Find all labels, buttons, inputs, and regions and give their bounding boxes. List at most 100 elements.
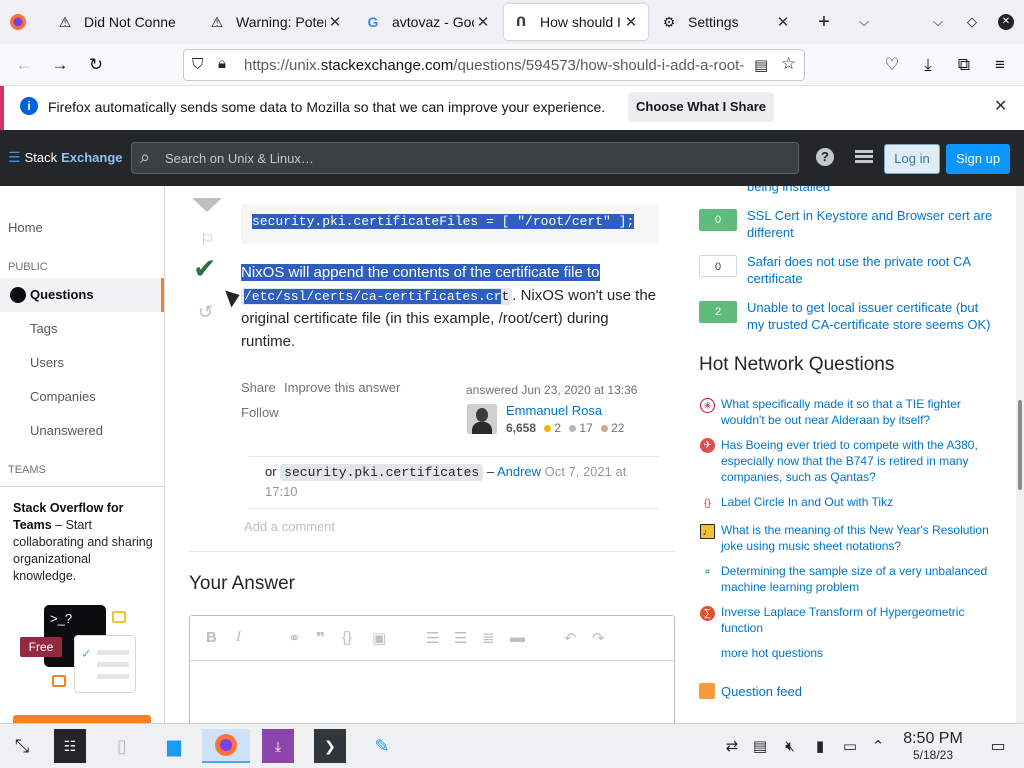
globe-icon: [10, 287, 26, 303]
new-tab-icon[interactable]: +: [810, 8, 838, 36]
horizontal-rule-icon[interactable]: ▬: [510, 629, 525, 646]
kate-icon[interactable]: ✎: [366, 729, 398, 763]
clipboard-tray-icon[interactable]: ▤: [744, 729, 776, 763]
hot-question[interactable]: What is the meaning of this New Year's R…: [721, 522, 996, 554]
nav-public-header: PUBLIC: [8, 261, 48, 273]
close-notification-icon[interactable]: ✕: [994, 96, 1007, 116]
nav-questions[interactable]: Questions: [0, 278, 164, 312]
terminal-icon[interactable]: ❯: [314, 729, 346, 763]
tab-warning[interactable]: ⚠ Warning: Poter ✕: [200, 4, 352, 40]
bookmark-icon[interactable]: ⚐: [200, 230, 214, 250]
file-icon[interactable]: ▯: [106, 729, 138, 763]
discover-icon[interactable]: ⤓: [262, 729, 294, 763]
tab-google-avtovaz[interactable]: G avtovaz - Googl ✕: [356, 4, 500, 40]
nav-home[interactable]: Home: [8, 220, 164, 235]
more-hot-questions-link[interactable]: more hot questions: [721, 646, 823, 660]
nav-unanswered[interactable]: Unanswered: [30, 423, 164, 438]
site-switcher-icon[interactable]: [855, 150, 873, 164]
tab-settings[interactable]: ⚙ Settings ✕: [652, 4, 800, 40]
create-team-button[interactable]: [13, 715, 151, 723]
url-text[interactable]: https://unix.stackexchange.com/questions…: [244, 57, 744, 74]
app-launcher-icon[interactable]: ⤡: [6, 729, 38, 763]
bold-icon[interactable]: B: [206, 629, 217, 646]
comment-author-link[interactable]: Andrew: [497, 464, 541, 479]
bronze-badge-icon: [601, 425, 609, 433]
pocket-icon[interactable]: ♡: [878, 51, 906, 79]
downvote-icon[interactable]: [192, 198, 222, 212]
blockquote-icon[interactable]: ❞: [316, 629, 325, 647]
nav-users[interactable]: Users: [30, 355, 164, 370]
improve-answer-link[interactable]: Improve this answer: [284, 380, 400, 395]
stackexchange-logo-icon: ☰: [8, 149, 21, 165]
downloads-icon[interactable]: ⤓: [914, 51, 942, 79]
linked-question[interactable]: being installed: [747, 186, 997, 195]
question-feed-link[interactable]: Question feed: [699, 683, 802, 699]
help-icon[interactable]: ?: [816, 148, 834, 166]
choose-what-i-share-button[interactable]: Choose What I Share: [628, 92, 774, 122]
close-tab-icon[interactable]: ✕: [474, 13, 492, 31]
linked-question[interactable]: Unable to get local issuer certificate (…: [747, 299, 997, 333]
site-search-input[interactable]: ⌕ Search on Unix & Linux…: [131, 142, 799, 174]
tab-did-not-connect[interactable]: ⚠ Did Not Conne: [48, 4, 196, 40]
bookmark-star-icon[interactable]: ☆: [781, 54, 796, 74]
hot-question[interactable]: Label Circle In and Out with Tikz: [721, 494, 996, 510]
bullet-list-icon[interactable]: ☰: [454, 629, 467, 647]
heading-icon[interactable]: ≣: [482, 629, 495, 647]
file-manager-icon[interactable]: ▆: [158, 729, 190, 763]
extensions-icon[interactable]: ⧉: [950, 51, 978, 79]
aviation-icon: ✈: [700, 438, 715, 453]
scrollbar-thumb[interactable]: [1018, 400, 1022, 490]
hot-question[interactable]: Has Boeing ever tried to compete with th…: [721, 437, 996, 485]
hot-question[interactable]: What specifically made it so that a TIE …: [721, 396, 996, 428]
show-hidden-icons[interactable]: ⌃: [862, 729, 894, 763]
firefox-view-icon[interactable]: [4, 8, 32, 36]
forward-icon[interactable]: →: [46, 51, 74, 79]
redo-icon[interactable]: ↷: [592, 629, 605, 647]
italic-icon[interactable]: I: [236, 629, 241, 646]
undo-icon[interactable]: ↶: [564, 629, 577, 647]
show-desktop-icon[interactable]: ▭: [982, 729, 1014, 763]
reader-view-icon[interactable]: ▤: [754, 56, 768, 74]
maximize-icon[interactable]: ◇: [958, 8, 986, 36]
signup-button[interactable]: Sign up: [946, 144, 1010, 174]
add-comment-link[interactable]: Add a comment: [244, 519, 335, 534]
link-icon[interactable]: ⚭: [288, 629, 301, 647]
system-settings-icon[interactable]: ☷: [54, 729, 86, 763]
shield-icon[interactable]: ⛉: [192, 56, 203, 73]
linked-question[interactable]: SSL Cert in Keystore and Browser cert ar…: [747, 207, 997, 241]
share-link[interactable]: Share: [241, 380, 276, 395]
tab-how-should-i[interactable]: ꓵ How should I a ✕: [504, 4, 648, 40]
list-tabs-icon[interactable]: ⌵: [850, 8, 878, 36]
avatar[interactable]: [467, 404, 497, 434]
volume-muted-icon[interactable]: 🔇︎: [774, 729, 806, 763]
login-button[interactable]: Log in: [884, 144, 940, 174]
code-icon[interactable]: {}: [342, 629, 352, 646]
reload-icon[interactable]: ↻: [82, 51, 110, 79]
nav-companies[interactable]: Companies: [30, 389, 164, 404]
linked-question[interactable]: Safari does not use the private root CA …: [747, 253, 997, 287]
menu-icon[interactable]: ≡: [986, 51, 1014, 79]
close-tab-icon[interactable]: ✕: [774, 13, 792, 31]
page-scrollbar[interactable]: [1016, 186, 1024, 723]
close-tab-icon[interactable]: ✕: [622, 13, 640, 31]
firefox-icon[interactable]: [202, 729, 250, 763]
minimize-icon[interactable]: ⌵: [924, 8, 952, 36]
image-icon[interactable]: ▣: [372, 629, 386, 647]
follow-link[interactable]: Follow: [241, 405, 279, 420]
author-name[interactable]: Emmanuel Rosa: [506, 403, 602, 418]
battery-icon[interactable]: ▮: [804, 729, 836, 763]
numbered-list-icon[interactable]: ☰: [426, 629, 439, 647]
hot-question[interactable]: Inverse Laplace Transform of Hypergeomet…: [721, 604, 996, 636]
close-tab-icon[interactable]: ✕: [326, 13, 344, 31]
url-bar[interactable]: ⛉ 🔒︎ https://unix.stackexchange.com/ques…: [183, 49, 805, 81]
close-window-icon[interactable]: ✕: [992, 8, 1020, 36]
lock-icon[interactable]: 🔒︎: [218, 55, 226, 72]
back-icon[interactable]: ←: [10, 51, 38, 79]
clock[interactable]: 8:50 PM 5/18/23: [898, 730, 968, 762]
nav-tags[interactable]: Tags: [30, 321, 164, 336]
hot-question[interactable]: Determining the sample size of a very un…: [721, 563, 996, 595]
stackexchange-logo[interactable]: ☰ Stack Exchange: [8, 149, 123, 166]
history-icon[interactable]: ↺: [198, 302, 213, 323]
checklist-illustration: ✓: [74, 635, 136, 693]
answer-editor[interactable]: B I ⚭ ❞ {} ▣ ☰ ☰ ≣ ▬ ↶ ↷: [189, 615, 675, 723]
